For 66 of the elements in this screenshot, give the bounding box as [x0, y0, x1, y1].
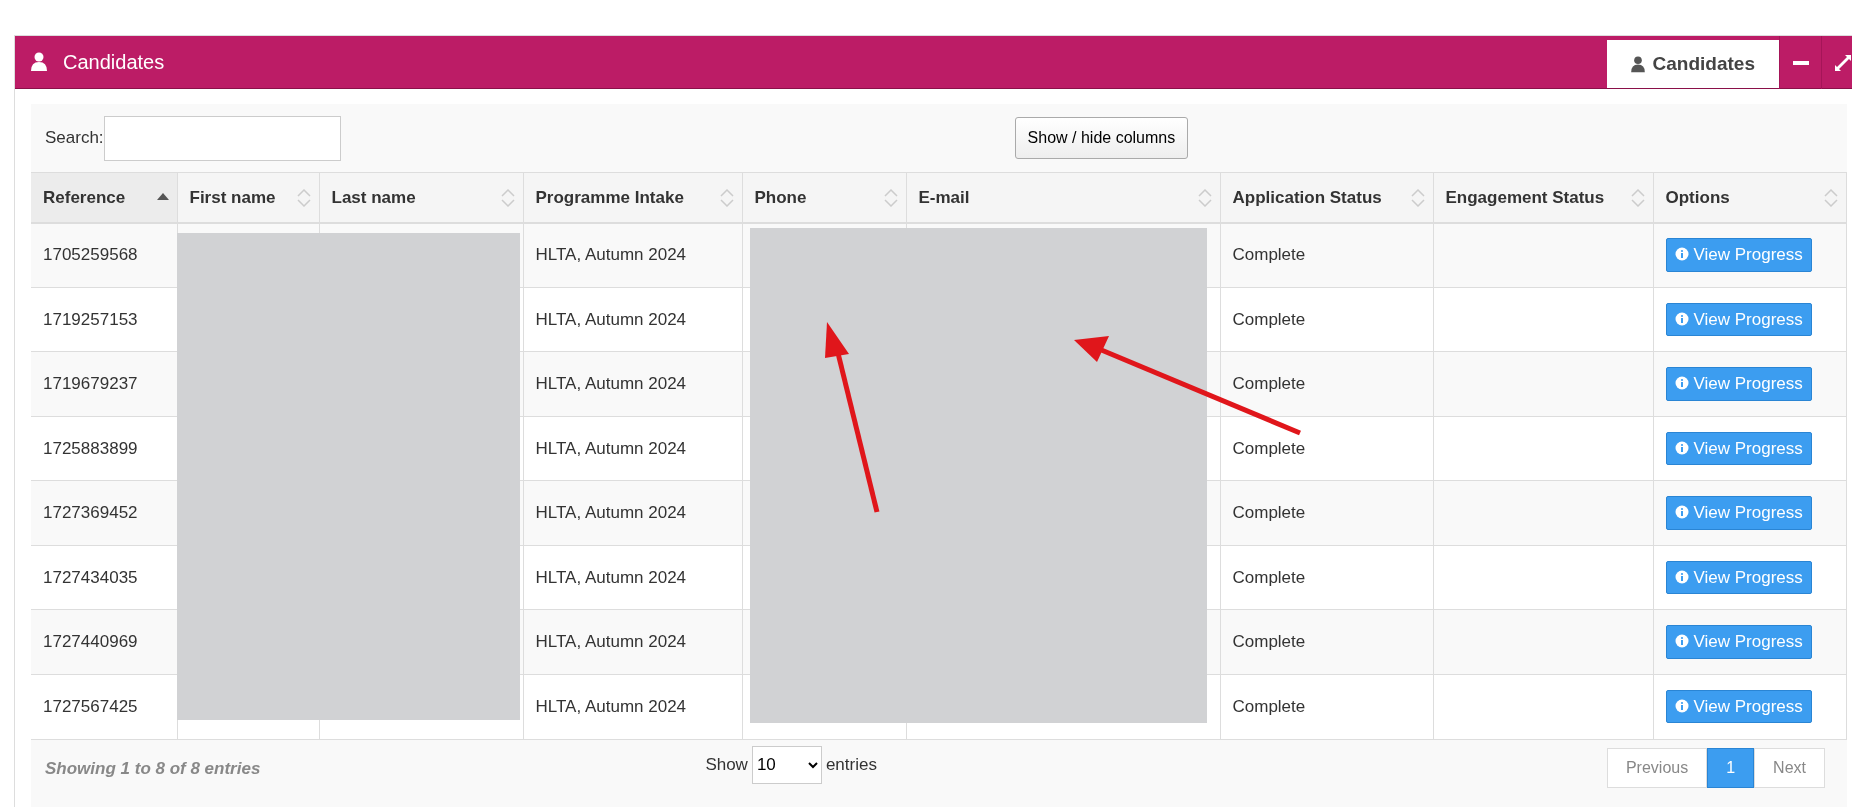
- table-cell: HLTA, Autumn 2024: [523, 222, 742, 287]
- pagination-button[interactable]: Previous: [1606, 747, 1708, 788]
- table-cell: HLTA, Autumn 2024: [523, 480, 742, 545]
- pagination-button[interactable]: Next: [1754, 747, 1825, 788]
- table-cell: 1705259568: [31, 222, 177, 287]
- table-cell: Complete: [1220, 416, 1433, 481]
- table-cell: 1727369452: [31, 480, 177, 545]
- table-cell: Complete: [1220, 287, 1433, 352]
- show-label: Show: [705, 753, 748, 776]
- expand-icon: [1834, 54, 1851, 71]
- column-header[interactable]: Phone: [742, 172, 906, 223]
- column-header[interactable]: First name: [177, 172, 319, 223]
- sort-ascending-icon: [156, 193, 169, 200]
- page-length-select[interactable]: 10: [751, 745, 822, 784]
- entries-label: entries: [825, 753, 877, 776]
- table-cell: HLTA, Autumn 2024: [523, 287, 742, 352]
- panel-title: Candidates: [63, 50, 165, 75]
- info-icon: [1674, 634, 1689, 648]
- expand-button[interactable]: [1821, 35, 1852, 89]
- column-header[interactable]: Options: [1653, 172, 1846, 223]
- info-icon: [1674, 698, 1689, 713]
- column-header[interactable]: Application Status: [1220, 172, 1433, 223]
- table-cell: Complete: [1220, 480, 1433, 545]
- show-hide-columns-button[interactable]: Show / hide columns: [1014, 117, 1189, 159]
- info-icon: [1674, 311, 1689, 326]
- table-cell: Complete: [1220, 351, 1433, 416]
- sort-icon: [719, 189, 734, 207]
- table-cell: 1727434035: [31, 545, 177, 610]
- search-field[interactable]: [103, 115, 341, 161]
- info-icon: [1674, 247, 1689, 262]
- table-cell: 1719257153: [31, 287, 177, 352]
- table-cell: HLTA, Autumn 2024: [523, 416, 742, 481]
- minus-icon: [1792, 60, 1809, 65]
- table-cell: Complete: [1220, 545, 1433, 610]
- person-icon: [1630, 55, 1645, 73]
- table-cell: 1727440969: [31, 609, 177, 674]
- table-cell: Complete: [1220, 674, 1433, 739]
- panel-tab[interactable]: Candidates: [1606, 40, 1779, 88]
- sort-icon: [1410, 189, 1425, 207]
- table-cell: 1719679237: [31, 351, 177, 416]
- column-header[interactable]: E-mail: [906, 172, 1220, 223]
- table-cell: Complete: [1220, 222, 1433, 287]
- sort-icon: [1630, 189, 1645, 207]
- column-header[interactable]: Last name: [319, 172, 523, 223]
- sort-icon: [1197, 189, 1212, 207]
- person-icon: [31, 52, 47, 72]
- table-cell: HLTA, Autumn 2024: [523, 545, 742, 610]
- info-icon: [1674, 569, 1689, 584]
- table-cell: 1725883899: [31, 416, 177, 481]
- info-icon: [1674, 376, 1689, 390]
- info-icon: [1674, 440, 1689, 455]
- table-cell: HLTA, Autumn 2024: [523, 674, 742, 739]
- table-cell: Complete: [1220, 609, 1433, 674]
- column-header[interactable]: Engagement Status: [1433, 172, 1653, 223]
- table-cell: HLTA, Autumn 2024: [523, 351, 742, 416]
- info-icon: [1674, 505, 1689, 519]
- column-header[interactable]: Programme Intake: [523, 172, 742, 223]
- entries-info: Showing 1 to 8 of 8 entries: [45, 757, 261, 780]
- column-header[interactable]: Reference: [31, 172, 177, 223]
- table-cell: HLTA, Autumn 2024: [523, 609, 742, 674]
- search-label: Search:: [45, 127, 104, 150]
- sort-icon: [500, 189, 515, 207]
- sort-icon: [883, 189, 898, 207]
- sort-icon: [296, 189, 311, 207]
- table-cell: 1727567425: [31, 674, 177, 739]
- sort-icon: [1823, 189, 1838, 207]
